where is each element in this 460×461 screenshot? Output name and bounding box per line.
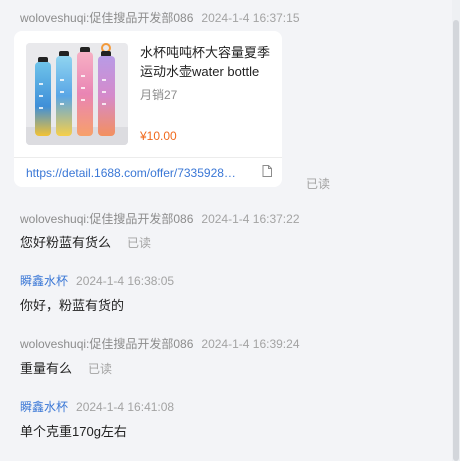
product-image[interactable]: [26, 43, 128, 145]
sender-name: woloveshuqi:促佳搜品开发部086: [20, 11, 194, 25]
message-text: 重量有么 已读: [20, 361, 112, 377]
sender-name: woloveshuqi:促佳搜品开发部086: [20, 337, 194, 351]
product-card[interactable]: 水杯吨吨杯大容量夏季运动水壶water bottle 月销27 ¥10.00 h…: [14, 31, 282, 187]
sender-name: woloveshuqi:促佳搜品开发部086: [20, 212, 194, 226]
document-icon[interactable]: [262, 165, 272, 177]
message-text: 您好粉蓝有货么 已读: [20, 235, 151, 251]
product-title[interactable]: 水杯吨吨杯大容量夏季运动水壶water bottle: [140, 43, 274, 81]
sender-name: 瞬鑫水杯: [20, 400, 69, 414]
message-header: woloveshuqi:促佳搜品开发部086 2024-1-4 16:39:24: [20, 337, 300, 351]
read-status: 已读: [306, 177, 331, 191]
message-body: 你好，粉蓝有货的: [20, 298, 125, 313]
message-time: 2024-1-4 16:37:15: [201, 11, 300, 25]
product-sales: 月销27: [140, 88, 178, 102]
message-body: 重量有么: [20, 361, 73, 376]
read-status: 已读: [127, 236, 152, 250]
message-time: 2024-1-4 16:37:22: [201, 212, 300, 226]
card-divider: [14, 157, 282, 158]
message-header: woloveshuqi:促佳搜品开发部086 2024-1-4 16:37:15: [20, 11, 300, 25]
message-text: 你好，粉蓝有货的: [20, 298, 124, 314]
message-time: 2024-1-4 16:41:08: [76, 400, 175, 414]
chat-message-list: woloveshuqi:促佳搜品开发部086 2024-1-4 16:37:15: [0, 0, 452, 461]
message-time: 2024-1-4 16:39:24: [201, 337, 300, 351]
message-time: 2024-1-4 16:38:05: [76, 274, 175, 288]
scrollbar[interactable]: [452, 0, 460, 461]
read-status: 已读: [88, 362, 113, 376]
message-header: 瞬鑫水杯 2024-1-4 16:38:05: [20, 274, 174, 288]
scrollbar-thumb[interactable]: [453, 20, 459, 461]
message-body: 您好粉蓝有货么: [20, 235, 112, 250]
message-header: woloveshuqi:促佳搜品开发部086 2024-1-4 16:37:22: [20, 212, 300, 226]
message-header: 瞬鑫水杯 2024-1-4 16:41:08: [20, 400, 174, 414]
message-body: 单个克重170g左右: [20, 424, 127, 439]
product-price: ¥10.00: [140, 129, 177, 143]
sender-name: 瞬鑫水杯: [20, 274, 69, 288]
message-text: 单个克重170g左右: [20, 424, 127, 440]
product-link[interactable]: https://detail.1688.com/offer/7335928512…: [26, 166, 236, 180]
